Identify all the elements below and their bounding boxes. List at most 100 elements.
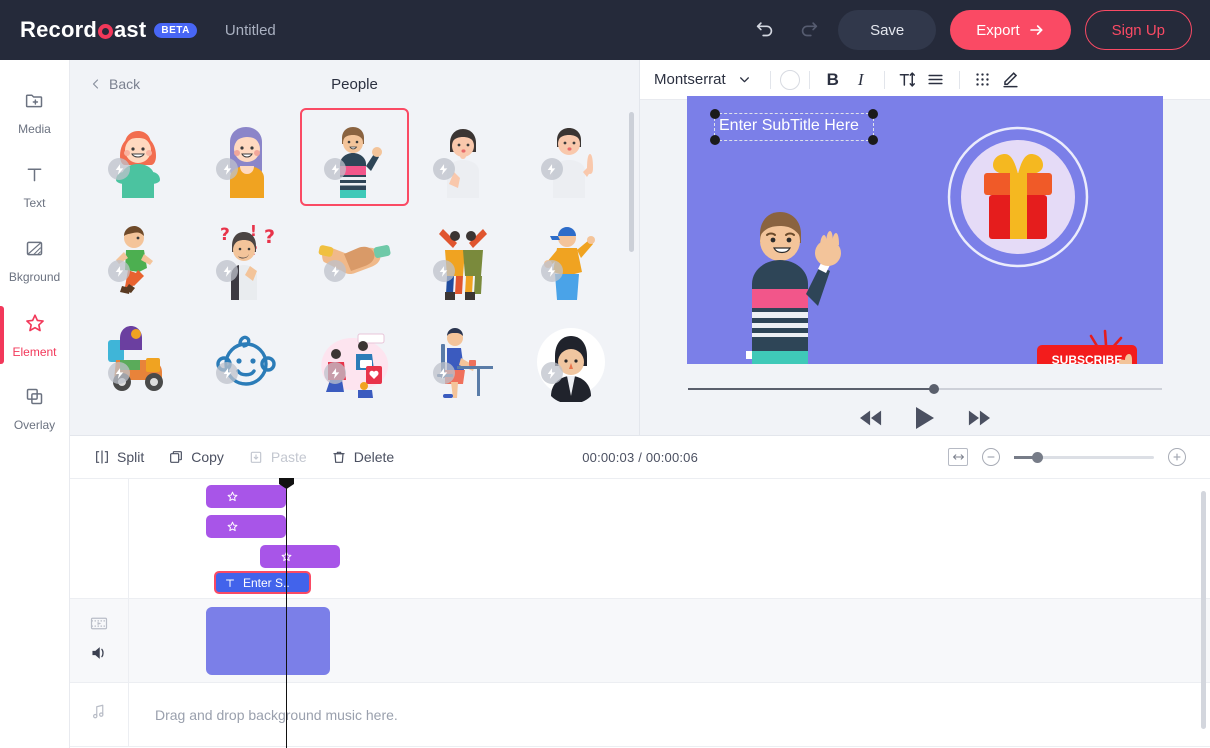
fit-to-width-icon[interactable]: [948, 448, 968, 466]
timeline-track-elements[interactable]: Enter S..: [70, 479, 1210, 599]
element-item-baby-face-outline[interactable]: [192, 312, 300, 410]
element-thumbnail: [98, 218, 178, 300]
split-button[interactable]: Split: [94, 449, 144, 465]
align-left-icon[interactable]: [922, 66, 950, 94]
animated-badge-icon: [540, 362, 563, 384]
element-item-man-confused-questions[interactable]: ? ! ? ?: [192, 210, 300, 308]
resize-handle-bottom-right[interactable]: [868, 135, 878, 145]
timeline-toolbar: Split Copy Paste Delete 00:00:03 / 00:00…: [70, 435, 1210, 479]
sidebar-item-element[interactable]: Element: [0, 298, 69, 372]
sidebar-item-label: Bkground: [8, 270, 61, 284]
resize-handle-top-left[interactable]: [710, 109, 720, 119]
canvas-character[interactable]: [722, 199, 852, 364]
element-clip-1[interactable]: [206, 485, 286, 508]
element-item-woman-thinking[interactable]: [409, 108, 517, 206]
save-button[interactable]: Save: [838, 10, 937, 50]
speaker-icon[interactable]: [90, 645, 108, 666]
video-clip[interactable]: [206, 607, 330, 675]
export-button[interactable]: Export: [950, 10, 1071, 50]
element-item-people-social-media[interactable]: [300, 312, 408, 410]
resize-handle-top-right[interactable]: [868, 109, 878, 119]
toolbar-divider: [808, 70, 810, 89]
grid-spacing-icon[interactable]: [969, 66, 997, 94]
top-bar-actions: Save Export Sign Up: [750, 10, 1192, 50]
playback-progress-bar[interactable]: [688, 384, 1162, 394]
trash-icon: [333, 451, 345, 463]
timeline-track-video[interactable]: [70, 599, 1210, 683]
copy-button[interactable]: Copy: [168, 449, 224, 465]
text-color-swatch[interactable]: [779, 69, 800, 90]
star-icon: [227, 491, 238, 502]
app-logo[interactable]: Record ast BETA: [20, 17, 197, 43]
element-clip-3[interactable]: [260, 545, 340, 568]
zoom-in-button[interactable]: [1168, 448, 1186, 466]
element-item-man-pointing-up[interactable]: [517, 108, 625, 206]
copy-icon: [170, 451, 183, 463]
signup-button[interactable]: Sign Up: [1084, 10, 1192, 50]
bold-button[interactable]: B: [819, 66, 847, 94]
paste-button[interactable]: Paste: [248, 449, 307, 465]
element-thumbnail: [206, 116, 286, 198]
element-item-avatar-portrait-dark-hair[interactable]: [517, 312, 625, 410]
sidebar-item-text[interactable]: Text: [0, 150, 69, 224]
sidebar-item-overlay[interactable]: Overlay: [0, 372, 69, 446]
italic-button[interactable]: I: [847, 66, 875, 94]
element-thumbnail: [423, 116, 503, 198]
sidebar-item-label: Text: [23, 196, 46, 210]
element-item-boy-running[interactable]: [84, 210, 192, 308]
svg-text:?: ?: [220, 225, 230, 245]
playhead[interactable]: [279, 478, 294, 748]
canvas-gift-icon[interactable]: [947, 126, 1089, 268]
fast-forward-icon[interactable]: [968, 410, 990, 426]
music-note-icon: [90, 703, 108, 726]
element-thumbnail: [98, 320, 178, 402]
pen-underline-icon[interactable]: [997, 66, 1025, 94]
element-thumbnail: [314, 116, 394, 198]
document-title[interactable]: Untitled: [225, 22, 276, 39]
canvas-subscribe-button[interactable]: SUBSCRIBE: [1033, 326, 1153, 364]
redo-icon[interactable]: [794, 15, 824, 45]
element-thumbnail: [98, 116, 178, 198]
font-family-select[interactable]: Montserrat: [654, 71, 761, 88]
svg-text:SUBSCRIBE: SUBSCRIBE: [1052, 353, 1123, 364]
logo-suffix: ast: [114, 17, 147, 42]
element-panel: Back People ? ! ?: [70, 60, 640, 435]
timeline-track-music[interactable]: Drag and drop background music here.: [70, 683, 1210, 747]
element-item-handshake[interactable]: [300, 210, 408, 308]
delete-button[interactable]: Delete: [331, 449, 394, 465]
zoom-out-button[interactable]: [982, 448, 1000, 466]
text-clip[interactable]: Enter S..: [214, 571, 311, 594]
element-thumbnail: [314, 320, 394, 402]
timeline-scrollbar[interactable]: [1201, 491, 1206, 729]
track-header-elements: [70, 479, 129, 598]
logo-text: Record ast: [20, 17, 146, 43]
subtitle-selection-box[interactable]: Enter SubTitle Here: [710, 109, 878, 145]
playback-controls: [640, 402, 1210, 434]
animated-badge-icon: [108, 260, 131, 282]
element-item-delivery-scooter[interactable]: [84, 312, 192, 410]
element-thumbnail: [423, 320, 503, 402]
element-item-two-people-cheering[interactable]: [409, 210, 517, 308]
element-clip-2[interactable]: [206, 515, 286, 538]
text-t-icon: [24, 164, 45, 190]
zoom-slider-knob[interactable]: [1032, 451, 1043, 463]
element-item-man-waving-striped-sweater[interactable]: [300, 108, 409, 206]
resize-handle-bottom-left[interactable]: [710, 135, 720, 145]
zoom-slider[interactable]: [1014, 451, 1154, 463]
video-frames-icon[interactable]: [90, 616, 108, 636]
rewind-icon[interactable]: [860, 410, 882, 426]
time-display: 00:00:03 / 00:00:06: [582, 449, 699, 465]
element-panel-scrollbar[interactable]: [629, 112, 634, 252]
element-item-woman-purple-hair[interactable]: [192, 108, 300, 206]
element-item-boy-ginger-smiling[interactable]: [84, 108, 192, 206]
undo-icon[interactable]: [750, 15, 780, 45]
sidebar-item-media[interactable]: Media: [0, 76, 69, 150]
text-size-icon[interactable]: [894, 66, 922, 94]
format-toolbar: Montserrat B I: [640, 60, 1210, 100]
element-item-man-cap-waving[interactable]: [517, 210, 625, 308]
sidebar-item-bkground[interactable]: Bkground: [0, 224, 69, 298]
element-item-man-at-desk[interactable]: [409, 312, 517, 410]
play-icon[interactable]: [916, 407, 934, 429]
animated-badge-icon: [108, 362, 131, 384]
video-canvas[interactable]: SUBSCRIBE Enter SubTitle Here: [687, 96, 1163, 364]
